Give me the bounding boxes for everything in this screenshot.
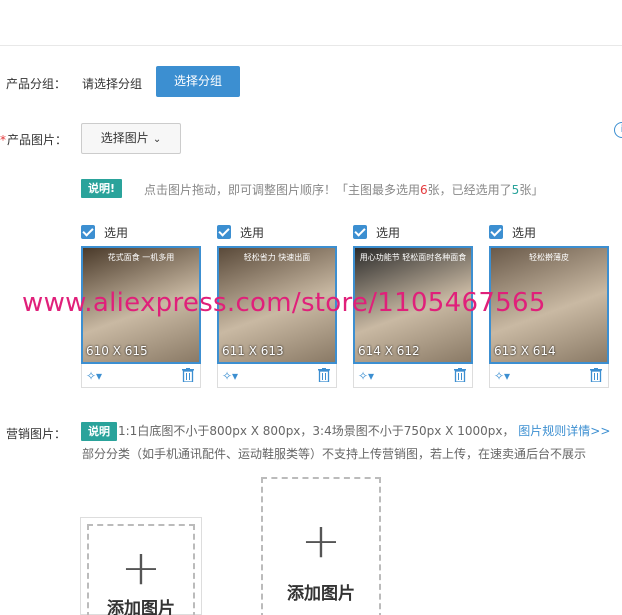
image-dimensions: 614 X 612 [358,344,420,358]
marketing-spec-text: 1:1白底图不小于800px X 800px，3:4场景图不小于750px X … [118,422,610,439]
top-bar [0,0,622,46]
image-toolbar: ✧▾ [353,364,473,388]
instruction-tag: 说明! [81,179,123,198]
plus-icon: + [300,513,342,569]
image-dimensions: 610 X 615 [86,344,148,358]
checkbox-checked-icon[interactable] [81,225,95,239]
group-placeholder: 请选择分组 [82,77,143,91]
image-toolbar: ✧▾ [489,364,609,388]
image-banner-text: 花式面食 一机多用 [107,253,175,262]
trash-icon[interactable] [590,368,602,382]
image-rules-link[interactable]: 图片规则详情>> [518,424,610,438]
hint-max-count: 6 [420,183,428,197]
image-banner-text: 轻松擀薄皮 [529,253,569,262]
checkbox-checked-icon[interactable] [217,225,231,239]
marketing-note: 部分分类（如手机通讯配件、运动鞋服类等）不支持上传营销图，若上传，在速卖通后台不… [82,447,587,461]
required-mark: * [0,133,6,147]
image-dimensions: 611 X 613 [222,344,284,358]
add-image-label-2: 添加图片 [287,584,355,604]
hint-prefix: 点击图片拖动，即可调整图片顺序！「主图最多选用 [144,183,421,197]
use-checkbox[interactable]: 选用 [217,224,337,240]
add-image-button-square[interactable]: + 添加图片 [80,517,202,615]
use-label: 选用 [240,225,265,240]
help-icon[interactable]: i [614,122,622,138]
use-label: 选用 [104,225,129,240]
trash-icon[interactable] [182,368,194,382]
chevron-down-icon: ⌄ [152,134,162,145]
select-group-button[interactable]: 选择分组 [156,66,240,97]
trash-icon[interactable] [318,368,330,382]
use-checkbox[interactable]: 选用 [353,224,473,240]
magic-wand-icon[interactable]: ✧▾ [222,369,238,383]
magic-wand-icon[interactable]: ✧▾ [494,369,510,383]
image-toolbar: ✧▾ [217,364,337,388]
images-label: *产品图片： [0,131,67,148]
watermark-text: www.aliexpress.com/store/1105467565 [22,288,546,318]
use-checkbox[interactable]: 选用 [81,224,201,240]
image-banner-text: 轻松省力 快速出面 [243,253,311,262]
group-label: 产品分组： [6,77,67,91]
use-checkbox[interactable]: 选用 [489,224,609,240]
add-image-label-1: 添加图片 [107,599,175,615]
marketing-label: 营销图片： [6,427,67,441]
marketing-spec: 1:1白底图不小于800px X 800px，3:4场景图不小于750px X … [118,424,515,438]
image-toolbar: ✧▾ [81,364,201,388]
image-dimensions: 613 X 614 [494,344,556,358]
marketing-tag: 说明 [81,422,117,441]
use-label: 选用 [376,225,401,240]
plus-icon: + [120,540,162,596]
image-order-hint: 点击图片拖动，即可调整图片顺序！「主图最多选用6张，已经选用了5张」 [144,181,543,198]
select-images-label: 选择图片 [100,131,149,145]
select-images-button[interactable]: 选择图片 ⌄ [81,123,181,154]
magic-wand-icon[interactable]: ✧▾ [358,369,374,383]
trash-icon[interactable] [454,368,466,382]
hint-mid: 张，已经选用了 [427,183,512,197]
images-label-text: 产品图片： [7,133,68,147]
image-banner-text: 用心功能节 轻松面时各种面食 [359,253,467,262]
magic-wand-icon[interactable]: ✧▾ [86,369,102,383]
checkbox-checked-icon[interactable] [353,225,367,239]
page: 产品分组： 请选择分组 选择分组 *产品图片： 选择图片⌄ i 说明! 点击图片… [0,0,622,615]
hint-suffix: 张」 [519,183,544,197]
use-label: 选用 [512,225,537,240]
checkbox-checked-icon[interactable] [489,225,503,239]
add-image-button-portrait[interactable]: + 添加图片 [261,477,381,615]
